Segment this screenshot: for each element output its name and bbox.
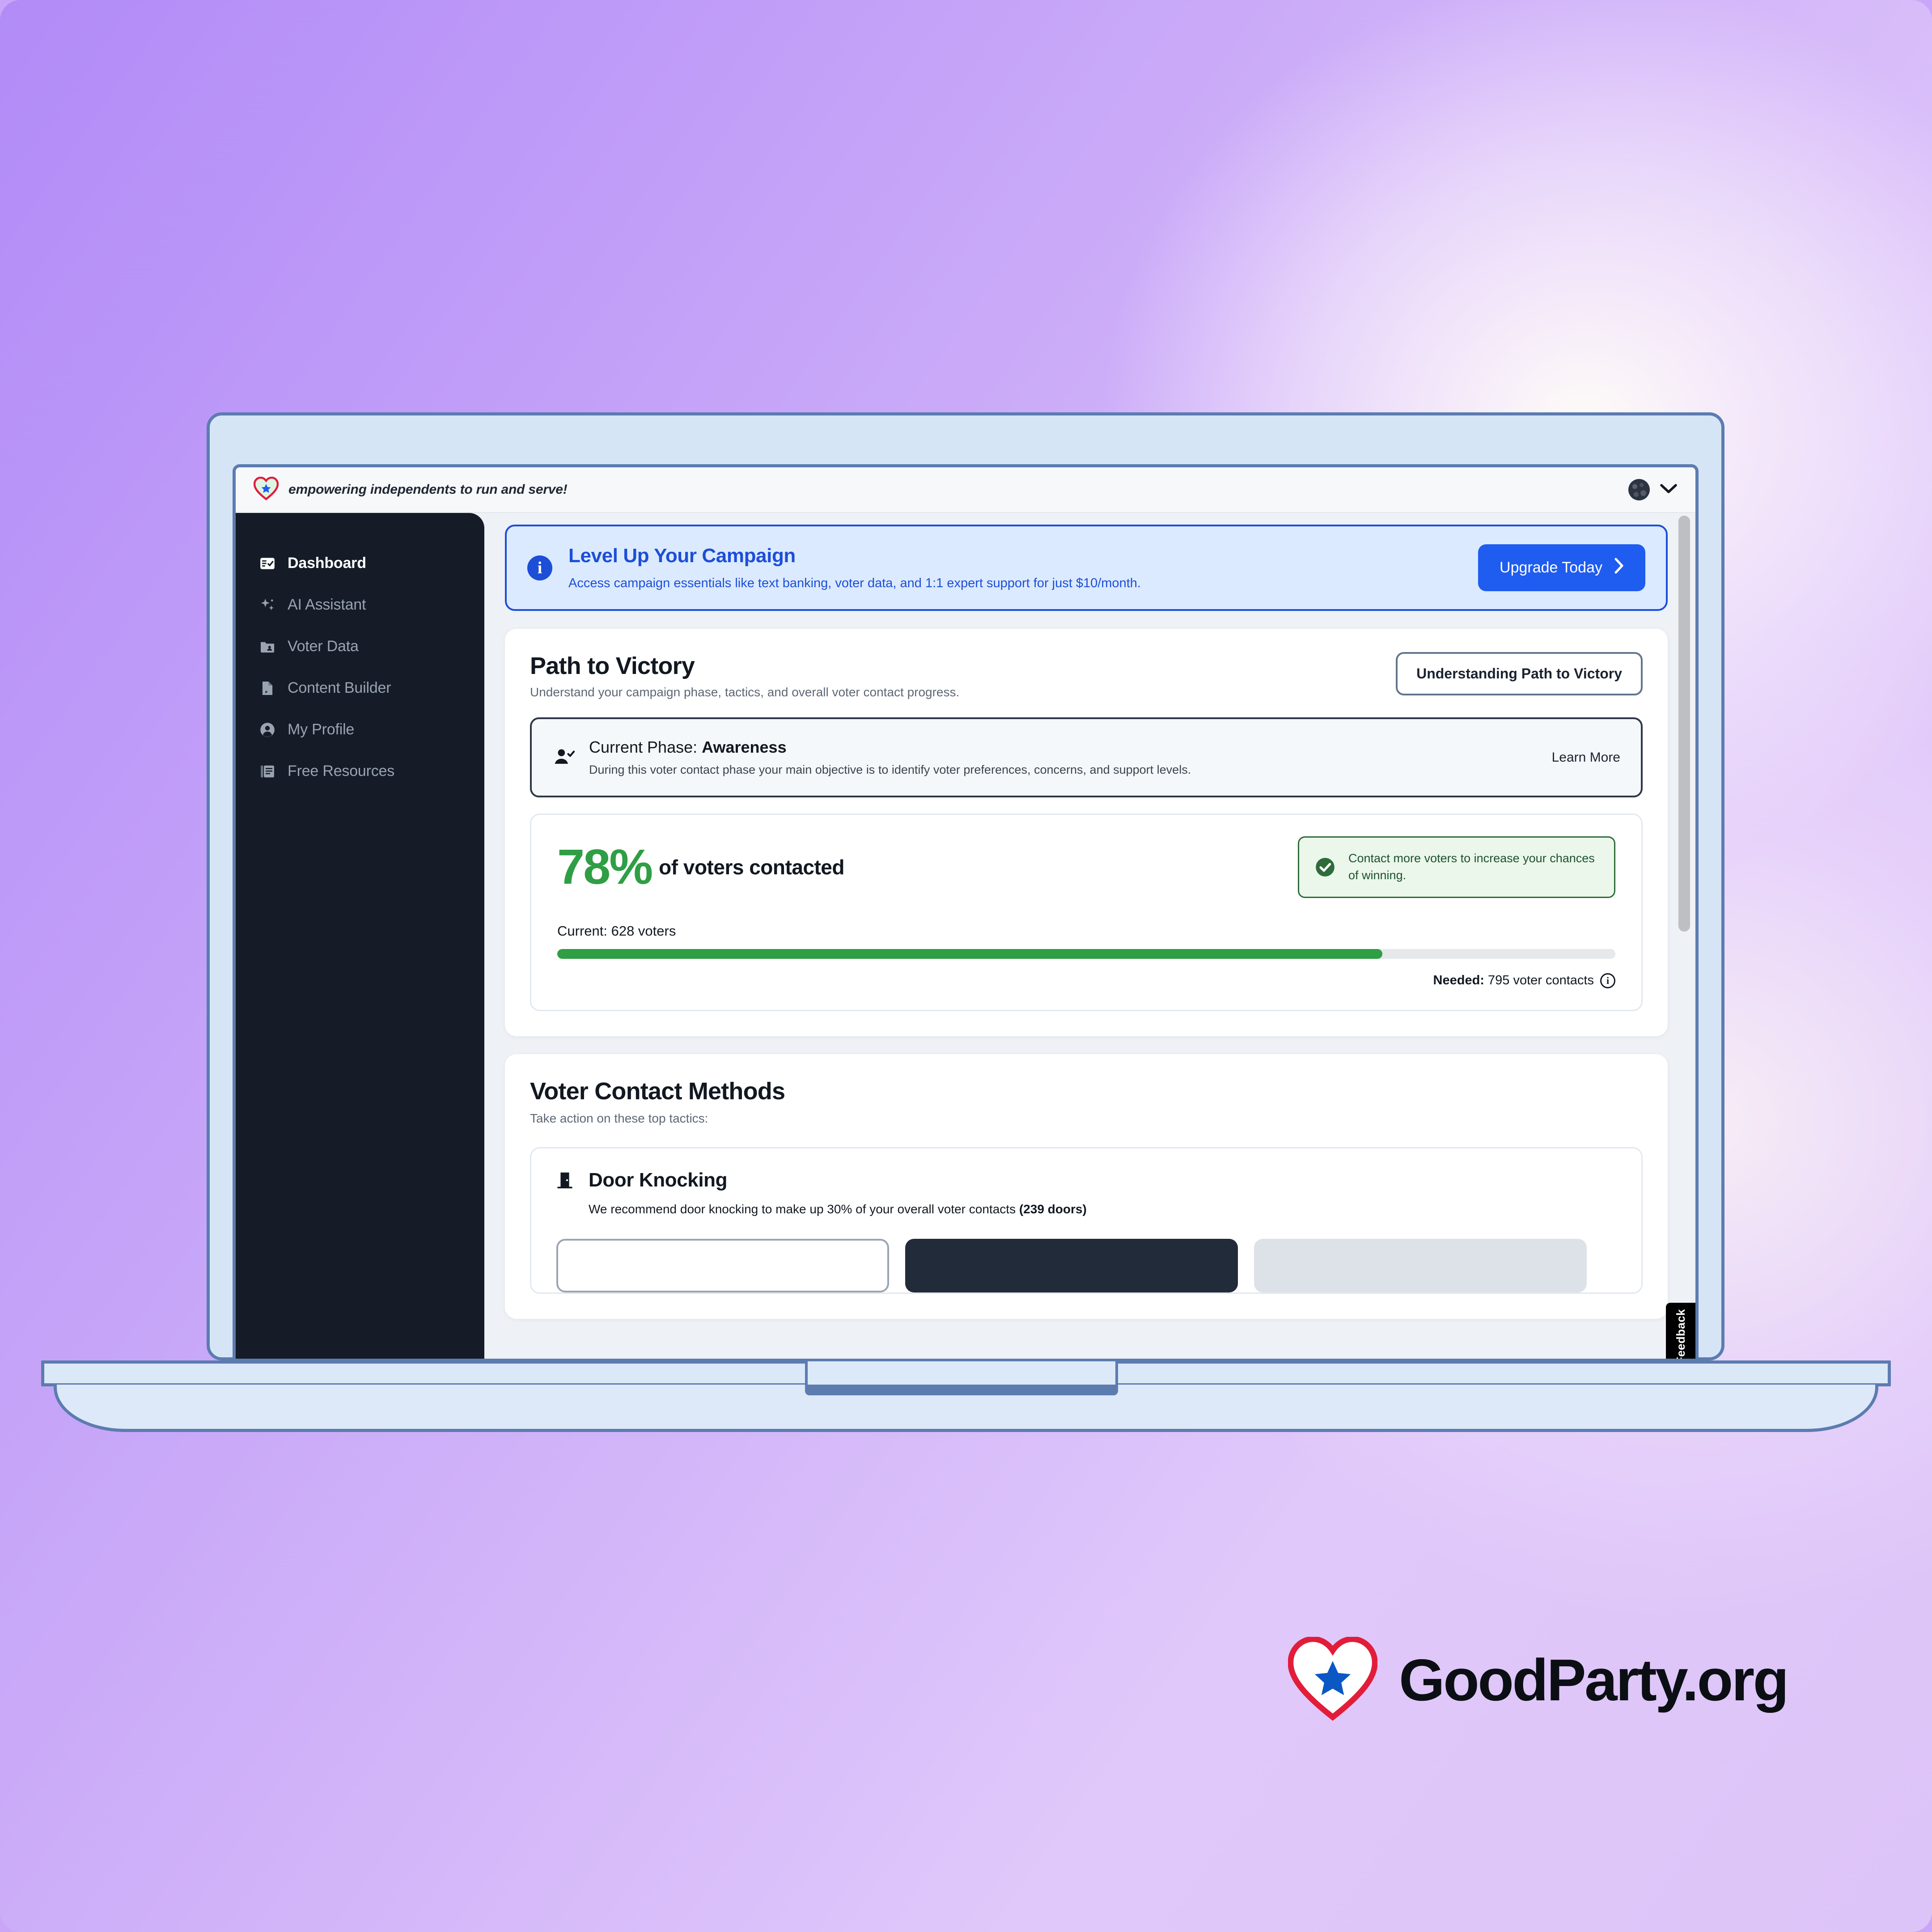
upgrade-banner: i Level Up Your Campaign Access campaign… xyxy=(505,525,1668,611)
current-phase-box: Current Phase: Awareness During this vot… xyxy=(530,717,1643,797)
folder-user-icon xyxy=(259,638,276,655)
door-icon xyxy=(555,1170,575,1191)
path-to-victory-card: Path to Victory Understand your campaign… xyxy=(505,629,1668,1036)
laptop-deck-lip xyxy=(805,1385,1118,1395)
learn-more-link[interactable]: Learn More xyxy=(1534,750,1620,765)
sidebar-item-label: Content Builder xyxy=(288,679,391,696)
sidebar-item-voter-data[interactable]: Voter Data xyxy=(236,626,484,667)
goodparty-heart-icon xyxy=(253,476,279,503)
sidebar-item-content-builder[interactable]: Content Builder xyxy=(236,667,484,709)
header-tagline: empowering independents to run and serve… xyxy=(288,482,568,497)
laptop-deck-notch xyxy=(805,1361,1118,1386)
feedback-tab[interactable]: Feedback xyxy=(1666,1303,1695,1362)
progress-needed-text: Needed: 795 voter contacts xyxy=(1433,973,1594,988)
tactic-action-buttons xyxy=(556,1238,1618,1292)
sidebar-item-ai-assistant[interactable]: AI Assistant xyxy=(236,584,484,626)
page-title: Path to Victory xyxy=(530,652,695,679)
voter-contact-methods-subtitle: Take action on these top tactics: xyxy=(530,1111,708,1125)
tactic-description-highlight: (239 doors) xyxy=(1019,1202,1087,1216)
path-to-victory-subtitle: Understand your campaign phase, tactics,… xyxy=(530,685,960,699)
document-edit-icon xyxy=(259,680,276,697)
sparkle-icon xyxy=(259,597,276,614)
person-check-icon xyxy=(552,746,576,769)
progress-percent-label: of voters contacted xyxy=(659,855,844,879)
chevron-down-icon[interactable] xyxy=(1660,483,1678,497)
voter-contact-methods-card: Voter Contact Methods Take action on the… xyxy=(505,1054,1668,1319)
dashboard-icon xyxy=(259,555,276,572)
current-phase-title: Current Phase: Awareness xyxy=(589,738,1191,757)
user-avatar[interactable] xyxy=(1628,479,1650,500)
info-icon: i xyxy=(527,555,552,580)
tactic-description: We recommend door knocking to make up 30… xyxy=(589,1202,1618,1216)
progress-percent: 78% xyxy=(557,839,653,895)
progress-needed-prefix: Needed: xyxy=(1433,973,1484,988)
tactic-name: Door Knocking xyxy=(589,1169,728,1191)
current-phase-label: Current Phase: xyxy=(589,738,698,756)
app-body: Dashboard AI Assistant Voter Data Conten… xyxy=(236,513,1695,1359)
upgrade-today-button[interactable]: Upgrade Today xyxy=(1478,544,1645,591)
sidebar-item-free-resources[interactable]: Free Resources xyxy=(236,750,484,792)
person-circle-icon xyxy=(259,721,276,738)
progress-top-row: 78% of voters contacted Contact more vot… xyxy=(557,836,1615,898)
progress-box: 78% of voters contacted Contact more vot… xyxy=(530,813,1643,1011)
heart-star-logo-icon xyxy=(1288,1636,1378,1723)
tactic-action-secondary-button[interactable] xyxy=(556,1238,889,1292)
sidebar-item-label: AI Assistant xyxy=(288,596,366,613)
main-content: i Level Up Your Campaign Access campaign… xyxy=(484,513,1695,1359)
tactic-header: Door Knocking xyxy=(555,1169,1618,1191)
banner-subtitle: Access campaign essentials like text ban… xyxy=(568,576,1141,590)
sidebar-item-label: My Profile xyxy=(288,721,355,738)
sidebar-item-my-profile[interactable]: My Profile xyxy=(236,709,484,750)
path-to-victory-titles: Path to Victory Understand your campaign… xyxy=(530,652,959,699)
tactic-description-text: We recommend door knocking to make up 30… xyxy=(589,1202,1019,1216)
progress-needed-value: 795 voter contacts xyxy=(1488,973,1594,988)
tactic-action-tertiary-button[interactable] xyxy=(1254,1238,1587,1292)
header-account[interactable] xyxy=(1628,479,1678,500)
sidebar: Dashboard AI Assistant Voter Data Conten… xyxy=(236,513,484,1359)
upgrade-button-label: Upgrade Today xyxy=(1500,559,1602,576)
sidebar-item-label: Free Resources xyxy=(288,763,395,780)
banner-title: Level Up Your Campaign xyxy=(568,545,796,567)
progress-tip-text: Contact more voters to increase your cha… xyxy=(1348,852,1595,882)
progress-needed-row: Needed: 795 voter contacts i xyxy=(557,973,1615,988)
vertical-scrollbar[interactable] xyxy=(1678,516,1690,932)
feedback-tab-label: Feedback xyxy=(1674,1309,1687,1362)
progress-bar-fill xyxy=(557,949,1383,959)
progress-current-text: Current: 628 voters xyxy=(557,923,676,939)
chevron-right-icon xyxy=(1614,558,1624,578)
sidebar-item-label: Voter Data xyxy=(288,638,359,655)
voter-contact-methods-title: Voter Contact Methods xyxy=(530,1077,785,1105)
sidebar-item-dashboard[interactable]: Dashboard xyxy=(236,542,484,584)
brand-lockup: GoodParty.org xyxy=(1288,1636,1789,1723)
understanding-path-to-victory-button[interactable]: Understanding Path to Victory xyxy=(1396,652,1643,695)
header-brand: empowering independents to run and serve… xyxy=(253,476,568,503)
info-outline-icon[interactable]: i xyxy=(1600,973,1615,988)
brand-name: GoodParty.org xyxy=(1399,1647,1789,1713)
progress-bar-track xyxy=(557,949,1615,959)
sidebar-item-label: Dashboard xyxy=(288,555,366,572)
current-phase-text: Current Phase: Awareness During this vot… xyxy=(589,738,1191,777)
tactic-action-primary-button[interactable] xyxy=(905,1238,1238,1292)
progress-tip-callout: Contact more voters to increase your cha… xyxy=(1298,836,1615,898)
current-phase-value: Awareness xyxy=(702,738,787,756)
tactic-card-door-knocking: Door Knocking We recommend door knocking… xyxy=(530,1147,1643,1294)
laptop-screen: empowering independents to run and serve… xyxy=(233,464,1699,1362)
banner-text: Level Up Your Campaign Access campaign e… xyxy=(568,545,1141,591)
check-circle-icon xyxy=(1314,856,1336,878)
current-phase-description: During this voter contact phase your mai… xyxy=(589,763,1191,776)
app-header: empowering independents to run and serve… xyxy=(236,467,1695,513)
book-icon xyxy=(259,763,276,780)
path-to-victory-header: Path to Victory Understand your campaign… xyxy=(530,652,1643,699)
